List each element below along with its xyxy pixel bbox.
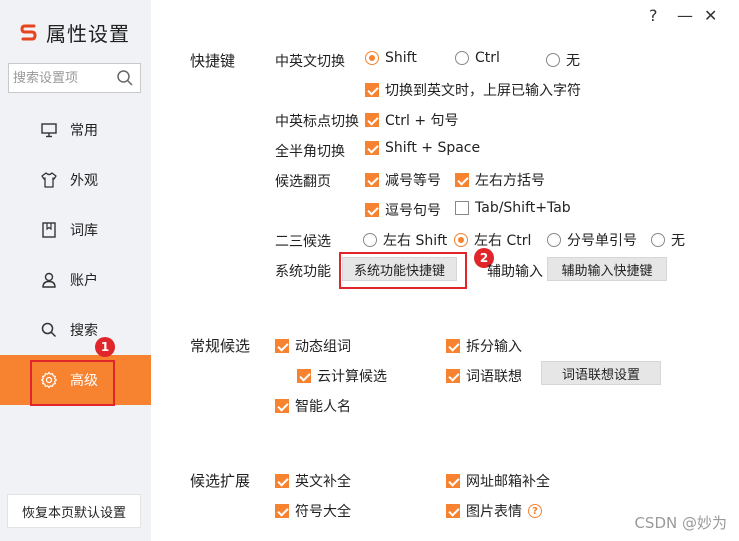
checkbox-icon — [297, 369, 311, 383]
radio-icon — [365, 51, 379, 65]
checkbox-icon — [455, 201, 469, 215]
search-icon — [41, 322, 57, 338]
width-switch-label: 全半角切换 — [275, 144, 345, 160]
radio-cn-en-ctrl[interactable]: Ctrl — [455, 50, 500, 66]
user-icon — [42, 272, 56, 288]
checkbox-icon — [365, 83, 379, 97]
app-title: 属性设置 — [46, 22, 130, 46]
punct-switch-label: 中英标点切换 — [275, 114, 359, 130]
checkbox-shift-space[interactable]: Shift + Space — [365, 140, 480, 156]
checkbox-comma-period[interactable]: 逗号句号 — [365, 200, 441, 220]
reset-defaults-button[interactable]: 恢复本页默认设置 — [7, 494, 141, 528]
radio-icon — [547, 233, 561, 247]
checkbox-minus-equal[interactable]: 减号等号 — [365, 170, 441, 190]
section-title-hotkeys: 快捷键 — [190, 52, 236, 70]
search-box[interactable] — [8, 63, 141, 93]
checkbox-icon — [275, 399, 289, 413]
checkbox-word-association[interactable]: 词语联想 — [446, 366, 522, 386]
checkbox-tab-shift-tab[interactable]: Tab/Shift+Tab — [455, 200, 571, 216]
checkbox-icon — [365, 173, 379, 187]
shirt-icon — [41, 172, 57, 188]
close-icon[interactable]: ✕ — [704, 6, 717, 25]
checkbox-icon — [455, 173, 469, 187]
sidebar-item-label: 搜索 — [70, 323, 98, 339]
checkbox-ctrl-period[interactable]: Ctrl + 句号 — [365, 110, 459, 130]
radio-icon — [546, 53, 560, 67]
monitor-icon — [41, 123, 57, 138]
system-function-label: 系统功能 — [275, 264, 331, 280]
sidebar-item-appearance[interactable]: 外观 — [0, 155, 151, 205]
step-badge-1: 1 — [95, 337, 115, 357]
sidebar-item-lexicon[interactable]: 词库 — [0, 205, 151, 255]
highlight-box-advanced — [30, 360, 115, 406]
checkbox-icon — [275, 474, 289, 488]
sidebar-item-common[interactable]: 常用 — [0, 105, 151, 155]
radio-icon — [363, 233, 377, 247]
word-association-settings-button[interactable]: 词语联想设置 — [541, 361, 661, 385]
search-input[interactable] — [13, 67, 113, 89]
sidebar-item-label: 账户 — [70, 273, 98, 289]
section-title-candidate-extension: 候选扩展 — [190, 472, 251, 490]
highlight-box-system-hotkeys — [339, 252, 467, 289]
checkbox-icon — [446, 504, 460, 518]
cn-en-switch-label: 中英文切换 — [275, 54, 345, 70]
radio-second-third-none[interactable]: 无 — [651, 230, 685, 250]
checkbox-dynamic-words[interactable]: 动态组词 — [275, 336, 351, 356]
checkbox-switch-en-commit[interactable]: 切换到英文时，上屏已输入字符 — [365, 80, 581, 100]
checkbox-icon — [446, 339, 460, 353]
radio-cn-en-shift[interactable]: Shift — [365, 50, 417, 66]
sidebar: 属性设置 常用 外观 词库 账户 — [0, 0, 151, 541]
sidebar-item-label: 词库 — [70, 223, 98, 239]
sidebar-item-account[interactable]: 账户 — [0, 255, 151, 305]
checkbox-icon — [446, 369, 460, 383]
sidebar-item-label: 常用 — [70, 123, 98, 139]
checkbox-url-email-complete[interactable]: 网址邮箱补全 — [446, 471, 550, 491]
checkbox-cloud-candidates[interactable]: 云计算候选 — [297, 366, 387, 386]
sidebar-item-label: 外观 — [70, 173, 98, 189]
sogou-logo-icon — [20, 24, 37, 40]
search-icon[interactable] — [116, 69, 134, 87]
assist-input-label: 辅助输入 — [487, 264, 543, 280]
checkbox-smart-names[interactable]: 智能人名 — [275, 396, 351, 416]
checkbox-icon — [275, 339, 289, 353]
checkbox-image-emoji[interactable]: 图片表情? — [446, 501, 542, 521]
minimize-icon[interactable]: — — [677, 6, 693, 25]
checkbox-split-input[interactable]: 拆分输入 — [446, 336, 522, 356]
help-icon[interactable]: ? — [528, 504, 542, 518]
checkbox-icon — [446, 474, 460, 488]
checkbox-icon — [275, 504, 289, 518]
sidebar-item-search[interactable]: 搜索 — [0, 305, 151, 355]
help-icon[interactable]: ? — [649, 6, 658, 25]
checkbox-icon — [365, 113, 379, 127]
radio-cn-en-none[interactable]: 无 — [546, 50, 580, 70]
checkbox-icon — [365, 141, 379, 155]
checkbox-brackets[interactable]: 左右方括号 — [455, 170, 545, 190]
radio-icon — [651, 233, 665, 247]
section-title-general-candidates: 常规候选 — [190, 337, 251, 355]
second-third-label: 二三候选 — [275, 234, 331, 250]
watermark: CSDN @妙为 — [634, 514, 727, 532]
checkbox-symbols[interactable]: 符号大全 — [275, 501, 351, 521]
brand: 属性设置 — [18, 18, 130, 47]
checkbox-english-complete[interactable]: 英文补全 — [275, 471, 351, 491]
assist-hotkeys-button[interactable]: 辅助输入快捷键 — [547, 257, 667, 281]
checkbox-icon — [365, 203, 379, 217]
book-icon — [42, 222, 56, 238]
radio-icon — [455, 51, 469, 65]
radio-semicolon-quote[interactable]: 分号单引号 — [547, 230, 637, 250]
radio-lr-shift[interactable]: 左右 Shift — [363, 230, 447, 250]
page-turn-label: 候选翻页 — [275, 174, 331, 190]
radio-lr-ctrl[interactable]: 左右 Ctrl — [454, 230, 531, 250]
radio-icon — [454, 233, 468, 247]
